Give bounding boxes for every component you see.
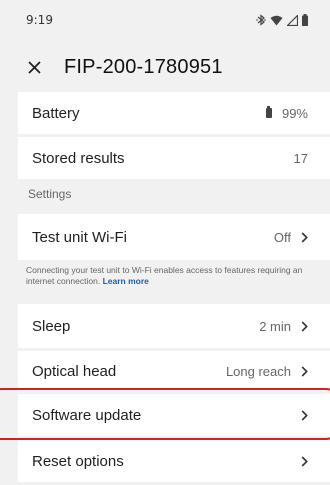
optical-head-label: Optical head (32, 362, 117, 380)
battery-icon (265, 106, 272, 118)
chevron-right-icon (301, 455, 308, 467)
app-bar: FIP-200-1780951 (0, 46, 330, 88)
status-icons (256, 14, 308, 26)
software-update-label: Software update (32, 406, 142, 424)
page-title: FIP-200-1780951 (64, 55, 223, 78)
close-button[interactable] (24, 57, 44, 77)
settings-section-header: Settings (28, 187, 72, 201)
stored-results-row: Stored results 17 (18, 137, 330, 179)
optical-head-row[interactable]: Optical head Long reach (18, 351, 330, 391)
sleep-value: 2 min (259, 318, 291, 334)
sleep-row[interactable]: Sleep 2 min (18, 304, 330, 348)
wifi-help-text: Connecting your test unit to Wi-Fi enabl… (26, 265, 316, 287)
wifi-icon (270, 15, 283, 25)
chevron-right-icon (301, 409, 308, 421)
battery-row: Battery 99% (18, 92, 330, 134)
battery-status-icon (302, 14, 308, 26)
status-time: 9:19 (26, 13, 53, 27)
reset-options-label: Reset options (32, 452, 124, 470)
bluetooth-icon (256, 14, 266, 26)
sleep-label: Sleep (32, 317, 71, 335)
battery-label: Battery (32, 104, 80, 122)
software-update-row[interactable]: Software update (18, 394, 330, 436)
reset-options-row[interactable]: Reset options (18, 440, 330, 482)
cell-signal-icon (287, 14, 298, 26)
chevron-right-icon (301, 231, 308, 243)
chevron-right-icon (301, 365, 308, 377)
test-unit-wifi-value: Off (273, 229, 291, 245)
optical-head-value: Long reach (225, 363, 291, 379)
chevron-right-icon (301, 320, 308, 332)
battery-value: 99% (281, 105, 308, 121)
wifi-help-body: Connecting your test unit to Wi-Fi enabl… (26, 265, 303, 286)
stored-results-label: Stored results (32, 149, 125, 167)
learn-more-link[interactable]: Learn more (103, 276, 149, 286)
test-unit-wifi-label: Test unit Wi-Fi (32, 228, 128, 246)
test-unit-wifi-row[interactable]: Test unit Wi-Fi Off (18, 214, 330, 260)
status-bar: 9:19 (0, 0, 330, 40)
close-icon (27, 60, 41, 74)
stored-results-value: 17 (293, 150, 308, 166)
